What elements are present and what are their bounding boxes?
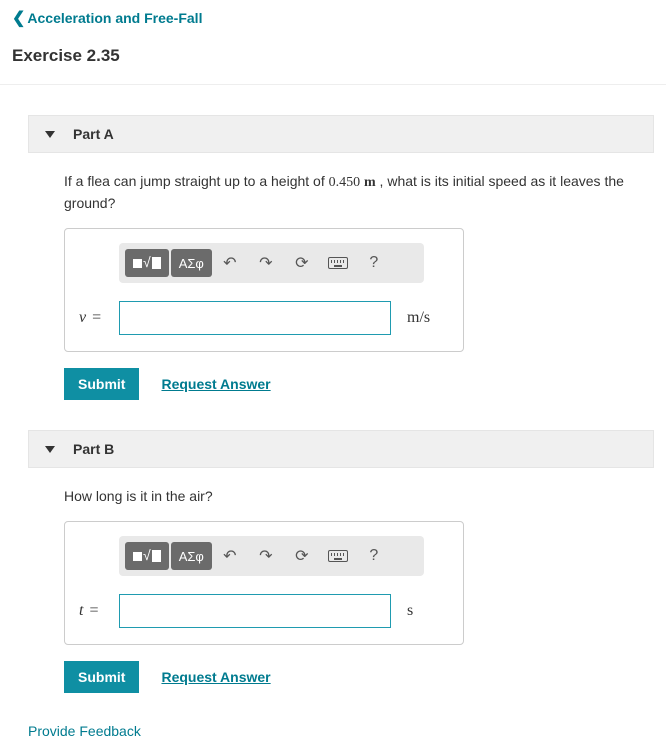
template-icon: √ — [133, 548, 161, 564]
part-b-var-label: t = — [79, 602, 119, 620]
redo-button[interactable]: ↷ — [248, 542, 284, 570]
undo-button[interactable]: ↶ — [212, 542, 248, 570]
part-a-toolbar: √ ΑΣφ ↶ ↷ ⟳ ? — [119, 243, 424, 283]
help-button[interactable]: ? — [356, 542, 392, 570]
provide-feedback-link[interactable]: Provide Feedback — [28, 723, 666, 739]
part-a-actions: Submit Request Answer — [64, 368, 654, 400]
part-a-answer-input[interactable] — [119, 301, 391, 335]
redo-button[interactable]: ↷ — [248, 249, 284, 277]
help-icon: ? — [369, 547, 378, 565]
greek-icon: ΑΣφ — [179, 549, 204, 564]
help-icon: ? — [369, 254, 378, 272]
undo-button[interactable]: ↶ — [212, 249, 248, 277]
divider — [0, 84, 666, 85]
keyboard-icon — [328, 550, 348, 562]
unit-m: m — [364, 175, 376, 190]
part-b-answer-box: √ ΑΣφ ↶ ↷ ⟳ ? t = s — [64, 521, 464, 645]
part-b-answer-row: t = s — [79, 594, 449, 628]
reset-icon: ⟳ — [295, 546, 308, 566]
part-b: Part B How long is it in the air? √ ΑΣφ … — [28, 430, 654, 693]
help-button[interactable]: ? — [356, 249, 392, 277]
undo-icon: ↶ — [223, 253, 236, 273]
part-a-title: Part A — [73, 126, 114, 142]
part-b-answer-input[interactable] — [119, 594, 391, 628]
back-link[interactable]: ❮ Acceleration and Free-Fall — [0, 0, 666, 36]
part-a-header[interactable]: Part A — [28, 115, 654, 153]
caret-down-icon — [45, 446, 55, 453]
greek-icon: ΑΣφ — [179, 256, 204, 271]
redo-icon: ↷ — [259, 253, 272, 273]
redo-icon: ↷ — [259, 546, 272, 566]
keyboard-icon — [328, 257, 348, 269]
keyboard-button[interactable] — [320, 542, 356, 570]
part-b-submit-button[interactable]: Submit — [64, 661, 139, 693]
part-a-unit: m/s — [407, 309, 430, 327]
template-button[interactable]: √ — [125, 249, 169, 277]
part-a-var-label: v = — [79, 309, 119, 327]
part-b-request-link[interactable]: Request Answer — [161, 669, 270, 685]
greek-button[interactable]: ΑΣφ — [171, 249, 212, 277]
part-b-header[interactable]: Part B — [28, 430, 654, 468]
keyboard-button[interactable] — [320, 249, 356, 277]
part-b-actions: Submit Request Answer — [64, 661, 654, 693]
part-a-question: If a flea can jump straight up to a heig… — [28, 153, 654, 228]
page-title: Exercise 2.35 — [0, 36, 666, 84]
part-a-request-link[interactable]: Request Answer — [161, 376, 270, 392]
part-b-question: How long is it in the air? — [28, 468, 654, 521]
part-a-answer-row: v = m/s — [79, 301, 449, 335]
greek-button[interactable]: ΑΣφ — [171, 542, 212, 570]
part-a-answer-box: √ ΑΣφ ↶ ↷ ⟳ ? v = m/s — [64, 228, 464, 352]
undo-icon: ↶ — [223, 546, 236, 566]
part-b-toolbar: √ ΑΣφ ↶ ↷ ⟳ ? — [119, 536, 424, 576]
reset-icon: ⟳ — [295, 253, 308, 273]
part-a-submit-button[interactable]: Submit — [64, 368, 139, 400]
part-b-title: Part B — [73, 441, 114, 457]
reset-button[interactable]: ⟳ — [284, 542, 320, 570]
reset-button[interactable]: ⟳ — [284, 249, 320, 277]
template-icon: √ — [133, 255, 161, 271]
back-link-label: Acceleration and Free-Fall — [27, 10, 202, 26]
part-a: Part A If a flea can jump straight up to… — [28, 115, 654, 400]
template-button[interactable]: √ — [125, 542, 169, 570]
chevron-left-icon: ❮ — [12, 8, 25, 28]
part-b-unit: s — [407, 602, 413, 620]
caret-down-icon — [45, 131, 55, 138]
